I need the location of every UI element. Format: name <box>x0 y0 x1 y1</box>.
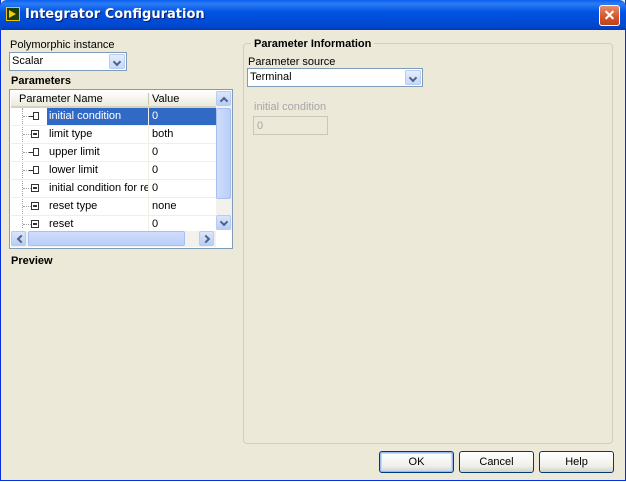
polymorphic-instance-label: Polymorphic instance <box>10 39 115 51</box>
scroll-down-button[interactable] <box>216 215 231 230</box>
parameter-source-value: Terminal <box>250 71 292 83</box>
parameter-name-cell[interactable]: limit type <box>47 126 149 143</box>
scroll-right-button[interactable] <box>199 231 214 246</box>
tree-row[interactable]: limit type both <box>11 126 216 144</box>
control-icon <box>31 184 39 192</box>
horizontal-scrollbar[interactable] <box>11 231 216 247</box>
parameters-tree[interactable]: Parameter Name Value initial condition 0 l… <box>9 89 233 249</box>
column-divider[interactable] <box>148 93 149 105</box>
parameter-value-cell[interactable]: 0 <box>149 162 216 179</box>
parameter-source-label: Parameter source <box>248 56 336 68</box>
preview-heading: Preview <box>11 255 53 267</box>
vertical-scrollbar[interactable] <box>216 91 232 230</box>
parameter-name-cell[interactable]: reset type <box>47 198 149 215</box>
column-header-value[interactable]: Value <box>152 93 179 105</box>
tree-row[interactable]: initial condition for reset0 <box>11 180 216 198</box>
initial-condition-field: 0 <box>253 116 328 135</box>
initial-condition-label: initial condition <box>254 101 327 113</box>
control-icon <box>31 220 39 228</box>
polymorphic-instance-value: Scalar <box>12 55 44 67</box>
terminal-icon <box>29 148 39 156</box>
tree-header: Parameter Name Value <box>11 91 216 108</box>
tree-row[interactable]: lower limit 0 <box>11 162 216 180</box>
labview-app-icon <box>6 7 20 21</box>
control-icon <box>31 130 39 138</box>
parameter-value-cell[interactable]: 0 <box>149 108 216 125</box>
column-header-parameter-name[interactable]: Parameter Name <box>19 93 103 105</box>
tree-connector <box>23 188 31 189</box>
parameter-value-cell[interactable]: 0 <box>149 144 216 161</box>
parameter-name-cell[interactable]: upper limit <box>47 144 149 161</box>
parameter-value-cell[interactable]: 0 <box>149 180 216 197</box>
horizontal-scroll-thumb[interactable] <box>28 231 185 246</box>
parameter-name-cell[interactable]: initial condition <box>47 108 149 125</box>
chevron-down-icon[interactable] <box>109 54 125 69</box>
parameter-source-select[interactable]: Terminal <box>247 68 423 87</box>
ok-button[interactable]: OK <box>379 451 454 473</box>
parameters-heading: Parameters <box>11 75 71 87</box>
cancel-button[interactable]: Cancel <box>459 451 534 473</box>
tree-row[interactable]: initial condition 0 <box>11 108 216 126</box>
tree-connector <box>23 206 31 207</box>
terminal-icon <box>29 112 39 120</box>
close-button[interactable] <box>599 5 620 26</box>
parameter-name-cell[interactable]: lower limit <box>47 162 149 179</box>
scroll-up-button[interactable] <box>216 91 231 106</box>
parameter-information-title: Parameter Information <box>251 38 375 50</box>
control-icon <box>31 202 39 210</box>
tree-row[interactable]: reset type none <box>11 198 216 216</box>
help-button[interactable]: Help <box>539 451 614 473</box>
polymorphic-instance-select[interactable]: Scalar <box>9 52 127 71</box>
initial-condition-field-value: 0 <box>257 120 264 132</box>
tree-connector <box>23 134 31 135</box>
vertical-scroll-thumb[interactable] <box>216 108 231 199</box>
chevron-down-icon[interactable] <box>405 70 421 85</box>
parameter-name-cell[interactable]: initial condition for reset <box>47 180 149 197</box>
title-bar[interactable]: Integrator Configuration <box>0 0 626 30</box>
window-title: Integrator Configuration <box>25 7 205 22</box>
terminal-icon <box>29 166 39 174</box>
scroll-left-button[interactable] <box>11 231 26 246</box>
tree-row[interactable]: upper limit 0 <box>11 144 216 162</box>
parameter-value-cell[interactable]: both <box>149 126 216 143</box>
parameter-value-cell[interactable]: none <box>149 198 216 215</box>
tree-connector <box>23 224 31 225</box>
